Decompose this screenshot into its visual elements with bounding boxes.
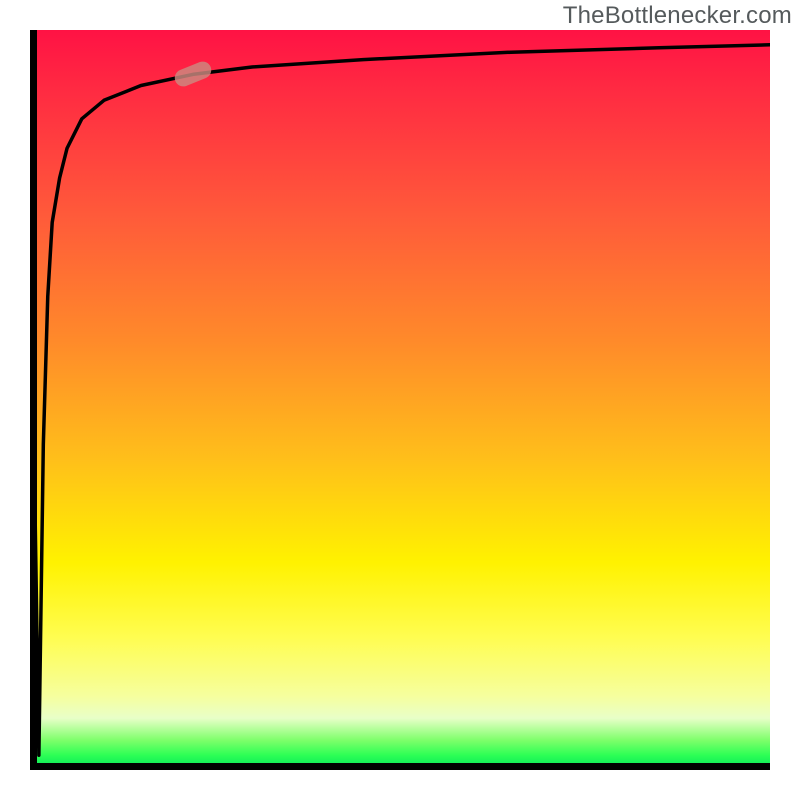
attribution-text: TheBottlenecker.com — [563, 2, 792, 30]
plot-area — [30, 30, 770, 770]
y-axis-line — [30, 30, 37, 770]
curve-line — [30, 30, 770, 770]
x-axis-line — [30, 763, 770, 770]
chart-frame: TheBottlenecker.com — [0, 0, 800, 800]
